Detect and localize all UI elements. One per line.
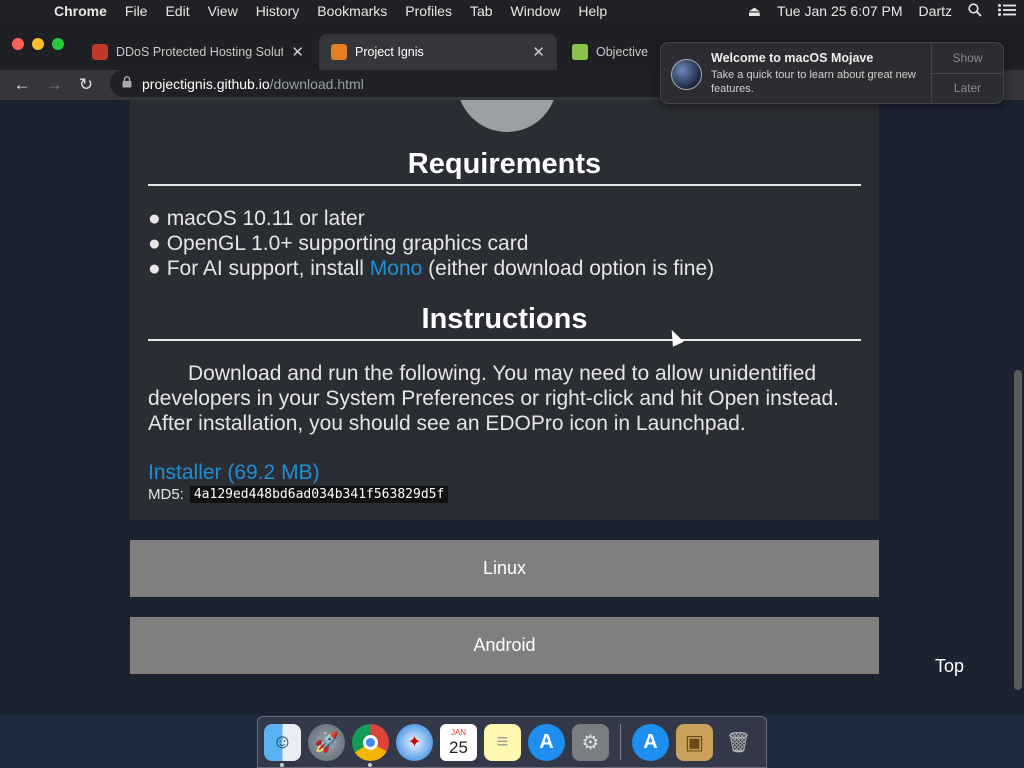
close-tab-icon[interactable]: ✕ (524, 43, 545, 61)
finder-icon[interactable]: ☺ (264, 723, 301, 767)
md5-checksum: MD5: 4a129ed448bd6ad034b341f563829d5f (148, 486, 449, 503)
tab-title: Project Ignis (355, 45, 424, 59)
tab-ddos-hosting[interactable]: DDoS Protected Hosting Soluti ✕ (80, 34, 316, 70)
menu-history[interactable]: History (247, 3, 309, 19)
back-arrow-icon[interactable]: ← (6, 75, 38, 95)
lock-icon[interactable] (122, 76, 132, 91)
zoom-window-button[interactable] (52, 38, 64, 50)
bullet-icon: ● (148, 232, 161, 255)
tab-project-ignis[interactable]: Project Ignis ✕ (319, 34, 557, 70)
menubar-clock[interactable]: Tue Jan 25 6:07 PM (769, 3, 911, 19)
forward-arrow-icon[interactable]: → (38, 75, 70, 95)
window-controls (12, 38, 64, 50)
chrome-icon[interactable] (352, 723, 389, 767)
menu-window[interactable]: Window (502, 3, 570, 19)
android-section-button[interactable]: Android (130, 617, 879, 674)
list-item: ● OpenGL 1.0+ supporting graphics card (148, 232, 529, 255)
menubar-user[interactable]: Dartz (911, 3, 960, 19)
list-item: ● For AI support, install Mono (either do… (148, 257, 715, 280)
installer-download-link[interactable]: Installer (69.2 MB) (148, 461, 320, 485)
minimize-window-button[interactable] (32, 38, 44, 50)
app-store-icon[interactable]: A (528, 723, 565, 761)
eject-icon[interactable]: ⏏ (740, 3, 769, 20)
notification-body: Take a quick tour to learn about great n… (711, 69, 916, 95)
ignis-favicon-icon (331, 44, 347, 60)
url-host: projectignis.github.io (142, 75, 270, 92)
md5-label: MD5: (148, 486, 184, 503)
menu-app-name[interactable]: Chrome (46, 3, 116, 19)
menu-tab[interactable]: Tab (461, 3, 502, 19)
mojave-icon (671, 59, 702, 90)
url-path: /download.html (269, 75, 364, 92)
linux-section-button[interactable]: Linux (130, 540, 879, 597)
menu-profiles[interactable]: Profiles (396, 3, 461, 19)
scrollbar-thumb[interactable] (1014, 370, 1022, 690)
bullet-icon: ● (148, 257, 161, 280)
objective-s-favicon-icon (572, 44, 588, 60)
notes-icon[interactable]: ≡ (484, 723, 521, 761)
instructions-heading: Instructions (421, 303, 588, 335)
requirements-list: ● macOS 10.11 or later ● OpenGL 1.0+ suppo… (148, 206, 714, 281)
reload-icon[interactable]: ↻ (70, 75, 102, 95)
archive-utility-icon[interactable]: ▣ (676, 723, 713, 761)
app-store-downloads-icon[interactable]: A (632, 723, 669, 761)
requirements-heading: Requirements (407, 148, 602, 180)
macos-download-panel: Requirements ● macOS 10.11 or later ● Open… (130, 100, 879, 520)
running-indicator (280, 762, 284, 767)
dock: ☺ 🚀 ✦ JAN 25 ≡ A ⚙ A ▣ 🗑 (257, 716, 767, 768)
running-indicator (368, 762, 372, 767)
apple-logo-icon (457, 100, 557, 132)
list-item: ● macOS 10.11 or later (148, 207, 365, 230)
md5-value: 4a129ed448bd6ad034b341f563829d5f (189, 486, 449, 503)
menu-help[interactable]: Help (569, 3, 616, 19)
tab-objective-s[interactable]: Objective-S (560, 34, 660, 70)
close-tab-icon[interactable]: ✕ (283, 43, 304, 61)
instructions-text: Download and run the following. You may … (148, 362, 840, 435)
divider (148, 339, 861, 341)
divider (148, 184, 861, 186)
notification-title: Welcome to macOS Mojave (711, 51, 874, 65)
ddos-favicon-icon (92, 44, 108, 60)
notification-center-icon[interactable] (990, 3, 1024, 19)
macos-menu-bar: Chrome File Edit View History Bookmarks … (0, 0, 1024, 22)
menu-edit[interactable]: Edit (156, 3, 198, 19)
system-preferences-icon[interactable]: ⚙ (572, 723, 609, 761)
close-window-button[interactable] (12, 38, 24, 50)
launchpad-icon[interactable]: 🚀 (308, 723, 345, 761)
menu-view[interactable]: View (199, 3, 247, 19)
web-page-content: Requirements ● macOS 10.11 or later ● Open… (0, 100, 1012, 715)
menu-bookmarks[interactable]: Bookmarks (308, 3, 396, 19)
mono-link[interactable]: Mono (370, 257, 423, 280)
show-button[interactable]: Show (932, 43, 1003, 73)
tab-title: DDoS Protected Hosting Soluti (116, 45, 284, 59)
calendar-icon[interactable]: JAN 25 (440, 723, 477, 761)
dock-separator (620, 724, 621, 760)
safari-icon[interactable]: ✦ (396, 723, 433, 761)
spotlight-search-icon[interactable] (960, 2, 990, 20)
bullet-icon: ● (148, 207, 161, 230)
notification-actions: Show Later (931, 43, 1003, 103)
menu-file[interactable]: File (116, 3, 157, 19)
later-button[interactable]: Later (932, 72, 1003, 104)
trash-icon[interactable]: 🗑 (720, 724, 757, 761)
back-to-top-link[interactable]: Top (935, 656, 964, 677)
macos-notification[interactable]: Welcome to macOS Mojave Take a quick tou… (660, 42, 1004, 104)
tab-title: Objective-S (596, 45, 648, 59)
